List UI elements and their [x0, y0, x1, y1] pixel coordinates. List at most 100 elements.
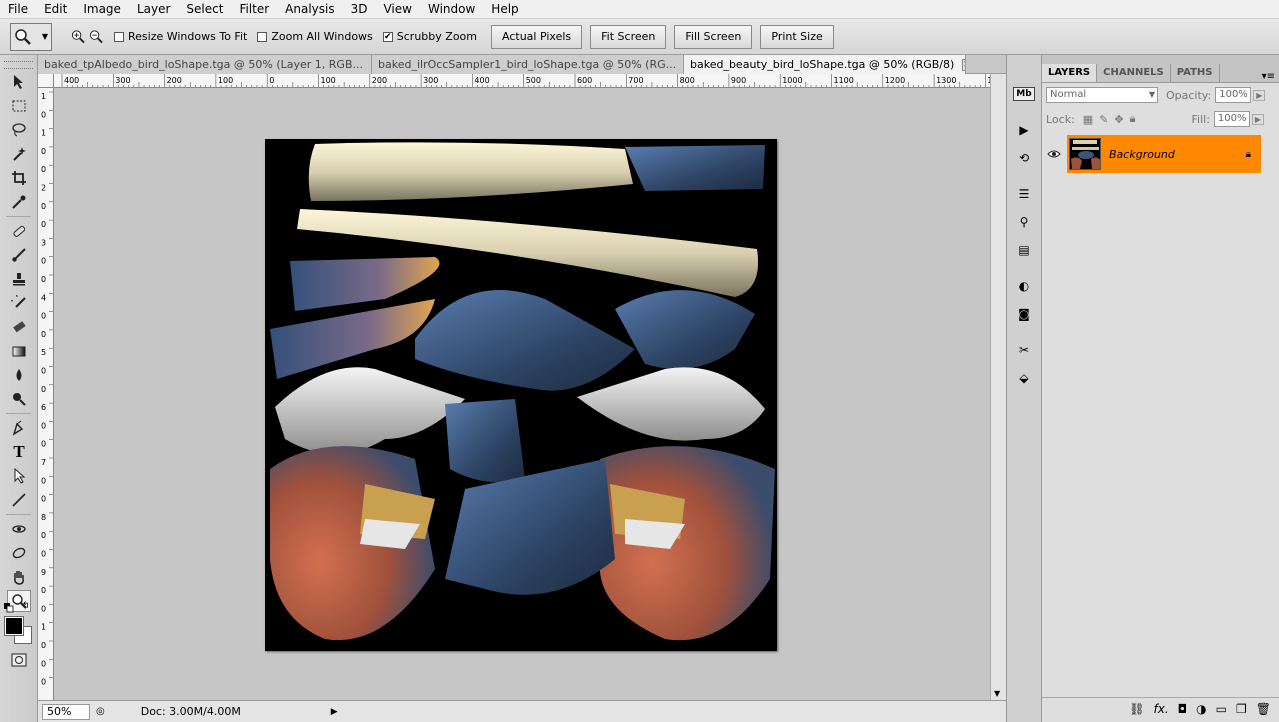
tab-channels[interactable]: CHANNELS — [1097, 64, 1171, 82]
lock-position-icon[interactable]: ✥ — [1114, 113, 1123, 126]
new-group-icon[interactable]: ▭ — [1216, 702, 1227, 716]
3d-orbit-tool[interactable] — [7, 542, 31, 564]
layer-style-icon[interactable]: fx. — [1154, 702, 1169, 716]
history-brush-tool[interactable] — [7, 292, 31, 314]
menu-layer[interactable]: Layer — [129, 0, 178, 19]
checkbox-box — [257, 31, 268, 42]
ruler-label: 0 — [41, 550, 46, 559]
type-tool[interactable]: T — [7, 441, 31, 463]
adjustments-icon[interactable]: ☰ — [1012, 183, 1036, 205]
3d-layer-icon[interactable]: ⬙ — [1012, 367, 1036, 389]
menu-help[interactable]: Help — [483, 0, 526, 19]
tab-occ-sampler[interactable]: baked_ilrOccSampler1_bird_loShape.tga @ … — [372, 55, 684, 74]
vertical-scrollbar[interactable]: ▼ — [990, 74, 1006, 700]
ruler-corner — [38, 74, 54, 88]
path-selection-tool[interactable] — [7, 465, 31, 487]
hand-tool[interactable] — [7, 566, 31, 588]
healing-brush-tool[interactable] — [7, 220, 31, 242]
pen-tool[interactable] — [7, 417, 31, 439]
tool-preset-picker[interactable]: ▼ — [10, 22, 52, 51]
lasso-tool[interactable] — [7, 119, 31, 141]
default-colors-icon[interactable] — [4, 602, 14, 613]
ruler-label: 400 — [64, 76, 79, 85]
quick-mask-button[interactable] — [7, 649, 31, 671]
menu-file[interactable]: File — [0, 0, 36, 19]
menu-window[interactable]: Window — [420, 0, 483, 19]
adjustment-layer-icon[interactable]: ◑ — [1196, 702, 1206, 716]
menu-select[interactable]: Select — [178, 0, 231, 19]
opacity-slider-arrow-icon[interactable]: ▶ — [1253, 89, 1266, 101]
swap-colors-icon[interactable]: ↰ — [22, 601, 30, 611]
masks-icon[interactable]: ◙ — [1012, 303, 1036, 325]
eraser-tool[interactable] — [7, 316, 31, 338]
lock-transparency-icon[interactable]: ▦ — [1083, 113, 1093, 126]
mini-bridge-icon[interactable]: Mb — [1012, 83, 1036, 105]
blur-tool[interactable] — [7, 364, 31, 386]
ruler-label: 1100 — [834, 76, 854, 85]
clone-source-icon[interactable]: ▤ — [1012, 239, 1036, 261]
menu-edit[interactable]: Edit — [36, 0, 75, 19]
canvas-area[interactable] — [54, 88, 990, 700]
tab-layers[interactable]: LAYERS — [1042, 64, 1098, 82]
quick-selection-tool[interactable] — [7, 143, 31, 165]
marquee-tool[interactable] — [7, 95, 31, 117]
zoom-in-button[interactable] — [70, 29, 86, 45]
resize-windows-checkbox[interactable]: Resize Windows To Fit — [114, 30, 247, 43]
print-size-button[interactable]: Print Size — [760, 24, 834, 49]
brush-tool[interactable] — [7, 244, 31, 266]
status-preview-icon[interactable]: ◎ — [96, 706, 105, 717]
link-layers-icon[interactable]: ⛓ — [1129, 702, 1144, 716]
eyedropper-tool[interactable] — [7, 191, 31, 213]
lock-pixels-icon[interactable]: ✎ — [1099, 113, 1108, 126]
fit-screen-button[interactable]: Fit Screen — [590, 24, 667, 49]
eye-icon[interactable] — [1045, 147, 1063, 161]
fill-field[interactable]: 100% — [1213, 111, 1250, 127]
adjustments-circle-icon[interactable]: ◐ — [1012, 275, 1036, 297]
tab-label: baked_tpAlbedo_bird_loShape.tga @ 50% (L… — [44, 58, 363, 71]
tab-label: baked_ilrOccSampler1_bird_loShape.tga @ … — [378, 58, 677, 71]
tab-paths[interactable]: PATHS — [1171, 64, 1220, 82]
layer-row-background[interactable]: Background 🔒︎ — [1067, 135, 1261, 173]
ruler-label: 0 — [41, 257, 46, 266]
blend-mode-select[interactable]: Normal ▼ — [1046, 87, 1158, 103]
usb-icon[interactable]: ⚲ — [1012, 211, 1036, 233]
clone-stamp-tool[interactable] — [7, 268, 31, 290]
history-icon[interactable]: ⟲ — [1012, 147, 1036, 169]
delete-layer-icon[interactable]: 🗑︎ — [1256, 702, 1271, 716]
menu-3d[interactable]: 3D — [343, 0, 376, 19]
dodge-tool[interactable] — [7, 388, 31, 410]
layer-name[interactable]: Background — [1109, 148, 1175, 161]
gradient-tool[interactable] — [7, 340, 31, 362]
fill-slider-arrow-icon[interactable]: ▶ — [1251, 113, 1265, 125]
ruler-label: 3 — [41, 238, 46, 247]
scroll-down-icon[interactable]: ▼ — [994, 689, 1000, 698]
panel-menu-icon[interactable]: ▾≡ — [1262, 71, 1275, 82]
actions-icon[interactable]: ▶ — [1012, 119, 1036, 141]
zoom-all-windows-checkbox[interactable]: Zoom All Windows — [257, 30, 373, 43]
tab-beauty[interactable]: baked_beauty_bird_loShape.tga @ 50% (RGB… — [684, 55, 966, 74]
document-image[interactable] — [265, 139, 777, 651]
panel-grip[interactable] — [4, 61, 33, 69]
zoom-out-button[interactable] — [88, 29, 104, 45]
scrubby-zoom-checkbox[interactable]: ✔ Scrubby Zoom — [382, 30, 477, 43]
add-mask-icon[interactable]: ◘ — [1178, 702, 1188, 716]
3d-tools-icon[interactable]: ✂ — [1012, 339, 1036, 361]
zoom-level-field[interactable]: 50% — [42, 703, 90, 720]
menu-view[interactable]: View — [375, 0, 419, 19]
crop-tool[interactable] — [7, 167, 31, 189]
actual-pixels-button[interactable]: Actual Pixels — [491, 24, 583, 49]
3d-rotate-tool[interactable] — [7, 518, 31, 540]
line-tool[interactable] — [7, 489, 31, 511]
new-layer-icon[interactable]: ❐ — [1236, 702, 1247, 716]
menu-analysis[interactable]: Analysis — [277, 0, 342, 19]
opacity-field[interactable]: 100% — [1215, 87, 1252, 103]
status-menu-arrow-icon[interactable]: ▶ — [331, 707, 338, 717]
move-tool[interactable] — [7, 71, 31, 93]
tab-albedo[interactable]: baked_tpAlbedo_bird_loShape.tga @ 50% (L… — [38, 55, 372, 74]
close-icon[interactable]: ✕ — [962, 58, 965, 71]
menu-filter[interactable]: Filter — [231, 0, 277, 19]
menu-image[interactable]: Image — [75, 0, 129, 19]
fill-screen-button[interactable]: Fill Screen — [674, 24, 753, 49]
lock-all-icon[interactable]: 🔒︎ — [1130, 112, 1136, 126]
foreground-color-swatch[interactable] — [4, 616, 24, 636]
